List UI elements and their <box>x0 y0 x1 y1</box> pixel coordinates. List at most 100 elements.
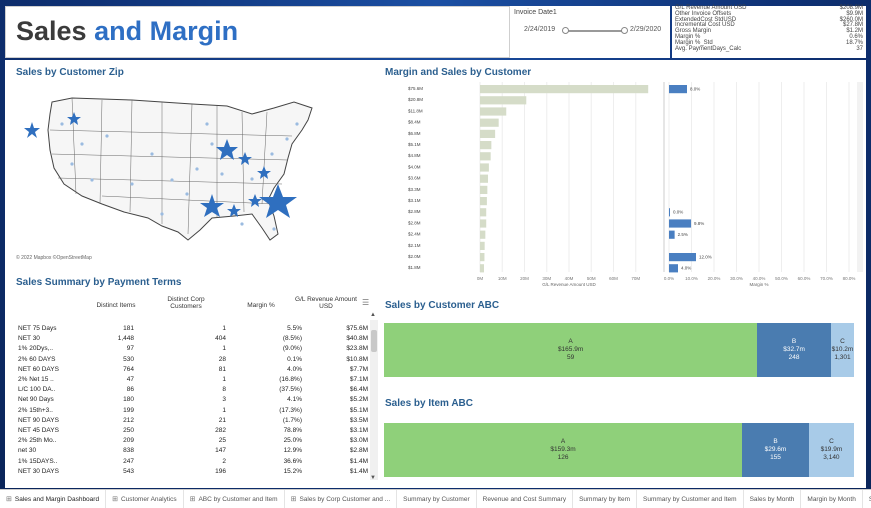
sheet-tab[interactable]: Sales by Month <box>744 490 802 508</box>
table-cell: 86 <box>126 386 134 394</box>
abc-segment-c[interactable]: C $19.9m 3,140 <box>808 423 854 477</box>
table-cell: 2% 25th Mo.. <box>18 437 57 445</box>
table-row[interactable]: NET 45 DAYS 250 282 78.8% $3.1M <box>16 426 376 436</box>
table-row[interactable]: 2% 25th Mo.. 209 25 25.0% $3.0M <box>16 436 376 446</box>
margin-sales-chart[interactable]: 0M 10M 20M 30M 40M 50M 60M 70M 0.0% 10.0% 20.0% 30.… <box>383 80 866 288</box>
table-row[interactable]: NET 30 1,448 404 (8.5%) $40.8M <box>16 334 376 344</box>
map-marker <box>24 122 40 138</box>
bar-category-label: $20.8M <box>408 97 423 102</box>
abc-count: 1,301 <box>834 354 851 361</box>
bar-category-label: $4.8M <box>408 153 421 158</box>
col-header-distinct-corp-customers[interactable]: Distinct Corp Customers <box>151 296 221 310</box>
abc-count: 3,140 <box>823 454 840 461</box>
title-sales: Sales <box>16 16 87 46</box>
col-header-revenue[interactable]: G/L Revenue Amount USD <box>291 296 361 310</box>
customer-zip-map[interactable] <box>12 84 366 264</box>
abc-class: B <box>773 438 778 445</box>
sheet-tab[interactable]: ⊞ Sales by Corp Customer and ... <box>285 490 398 508</box>
sheet-tab[interactable]: Revenue and Cost Summary <box>477 490 574 508</box>
margin-bar <box>669 208 670 217</box>
sheet-tab[interactable]: ⊞ ABC by Customer and Item <box>184 490 285 508</box>
bar-category-label: $3.3M <box>408 187 421 192</box>
table-cell: 3 <box>222 396 226 404</box>
sheet-tab[interactable]: Sal <box>863 490 871 508</box>
abc-count: 126 <box>557 454 569 461</box>
table-cell: 0.1% <box>287 355 302 363</box>
col-header-margin[interactable]: Margin % <box>231 302 291 309</box>
table-row[interactable]: 1% 20Dys,.. 97 1 (9.0%) $23.8M <box>16 344 376 354</box>
table-row[interactable]: 1% 15DAYS.. 247 2 36.6% $1.4M <box>16 457 376 467</box>
abc-count: 59 <box>566 354 575 361</box>
margin-tick-label: 30.0% <box>730 276 743 281</box>
table-cell: $40.8M <box>346 335 368 343</box>
table-row[interactable]: NET 90 DAYS 212 21 (1.7%) $3.5M <box>16 416 376 426</box>
abc-segment-b[interactable]: B $32.7m 248 <box>757 323 831 377</box>
date-filter-start[interactable]: 2/24/2019 <box>524 26 555 33</box>
sheet-tab[interactable]: Summary by Item <box>573 490 638 508</box>
table-cell: $10.8M <box>346 355 368 363</box>
margin-tick-label: 60.0% <box>798 276 811 281</box>
sheet-tab[interactable]: Summary by Customer <box>397 490 477 508</box>
chart-scrollbar <box>857 82 863 272</box>
scroll-down-icon[interactable]: ▼ <box>370 475 376 481</box>
table-scroll-thumb[interactable] <box>371 330 377 352</box>
customer-abc-bar[interactable]: A $165.9m 59 B $32.7m 248 C $10.2m 1,301 <box>384 323 854 377</box>
abc-segment-a[interactable]: A $165.9m 59 <box>384 323 758 377</box>
x-tick-label: 70M <box>631 276 640 281</box>
abc-amount: $29.6m <box>764 446 787 453</box>
sheet-tab[interactable]: ⊞ Sales and Margin Dashboard <box>0 490 107 508</box>
date-slider-end-handle[interactable] <box>621 27 628 34</box>
table-cell: 28 <box>218 355 226 363</box>
table-cell: NET 60 DAYS <box>18 365 59 373</box>
x-tick-label: 0M <box>477 276 484 281</box>
date-slider-track[interactable] <box>565 30 625 32</box>
table-scrollbar[interactable] <box>370 320 378 480</box>
col-header-distinct-items[interactable]: Distinct Items <box>86 302 146 309</box>
bar-category-label: $6.8M <box>408 131 421 136</box>
sort-icon[interactable]: ☰ <box>362 298 369 307</box>
date-filter-end[interactable]: 2/29/2020 <box>630 26 661 33</box>
table-cell: $3.1M <box>349 427 368 434</box>
table-cell: 1 <box>222 406 226 414</box>
table-row[interactable]: 2% 15th+3.. 199 1 (17.3%) $5.1M <box>16 406 376 416</box>
table-cell: 1% 20Dys,.. <box>18 345 54 353</box>
abc-segment-a[interactable]: A $159.3m 126 <box>384 423 743 477</box>
sheet-tab[interactable]: Margin by Month <box>801 490 863 508</box>
table-row[interactable]: NET 60 DAYS 764 81 4.0% $7.7M <box>16 365 376 375</box>
table-cell: 1 <box>222 325 226 332</box>
revenue-bar <box>480 241 485 250</box>
tab-label: Sales by Month <box>749 495 795 503</box>
date-slider-start-handle[interactable] <box>562 27 569 34</box>
revenue-bar <box>480 141 492 150</box>
sheet-tab[interactable]: ⊞ Customer Analytics <box>106 490 184 508</box>
table-cell: 5.5% <box>287 325 302 332</box>
abc-count: 155 <box>770 454 781 461</box>
revenue-bar <box>480 129 496 138</box>
table-cell: 212 <box>123 416 134 424</box>
table-cell: 97 <box>126 345 134 353</box>
table-cell: (17.3%) <box>279 406 302 414</box>
table-row[interactable]: NET 30 DAYS 543 196 15.2% $1.4M <box>16 467 376 477</box>
revenue-bar <box>480 96 527 105</box>
margin-bar <box>669 219 692 228</box>
table-row[interactable]: 2% Net 15 .. 47 1 (16.8%) $7.1M <box>16 375 376 385</box>
abc-segment-c[interactable]: C $10.2m 1,301 <box>830 323 854 377</box>
margin-data-label: 2.5% <box>678 232 688 237</box>
table-cell: $7.1M <box>349 376 368 383</box>
table-row[interactable]: Net 90 Days 180 3 4.1% $5.2M <box>16 395 376 405</box>
scroll-up-icon[interactable]: ▲ <box>370 312 376 318</box>
table-row[interactable]: L/C 100 DA.. 86 8 (37.5%) $6.4M <box>16 385 376 395</box>
item-abc-bar[interactable]: A $159.3m 126 B $29.6m 155 C $19.9m 3,140 <box>384 423 854 477</box>
table-row[interactable]: net 30 838 147 12.9% $2.8M <box>16 446 376 456</box>
x-tick-label: 20M <box>520 276 529 281</box>
x-tick-label: 30M <box>542 276 551 281</box>
table-cell: 247 <box>123 457 134 465</box>
abc-segment-b[interactable]: B $29.6m 155 <box>742 423 809 477</box>
sheet-tab[interactable]: Summary by Customer and Item <box>637 490 744 508</box>
tab-label: Sales and Margin Dashboard <box>14 495 100 503</box>
table-cell: 2% 15th+3.. <box>18 406 53 414</box>
table-row[interactable]: 2% 60 DAYS 530 28 0.1% $10.8M <box>16 355 376 365</box>
table-row[interactable]: NET 75 Days 181 1 5.5% $75.6M <box>16 324 376 334</box>
invoice-date-filter[interactable]: Invoice Date1 2/24/2019 2/29/2020 <box>510 6 670 58</box>
tab-label: Margin by Month <box>807 495 856 503</box>
